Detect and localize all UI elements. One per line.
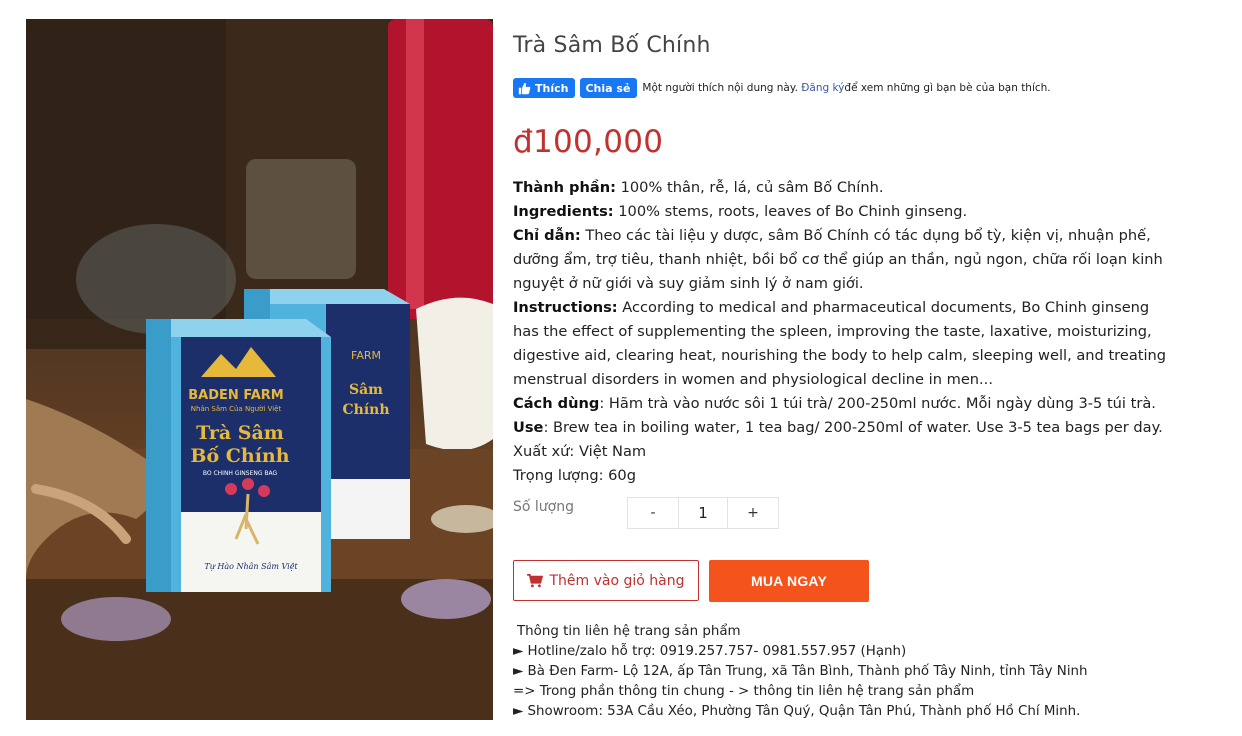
contact-line: => Trong phần thông tin chung - > thông … bbox=[513, 684, 975, 699]
quantity-input[interactable]: 1 bbox=[678, 498, 728, 528]
contact-line: ► Bà Đen Farm- Lộ 12A, ấp Tân Trung, xã … bbox=[513, 664, 1088, 679]
facebook-share-button[interactable]: Chia sẻ bbox=[580, 78, 638, 98]
shopping-cart-icon bbox=[527, 573, 544, 587]
desc-ingredients-en: Ingredients: 100% stems, roots, leaves o… bbox=[513, 200, 1178, 224]
facebook-like-count-text: Một người thích nội dung này. bbox=[642, 82, 798, 94]
desc-ingredients-vi-label: Thành phần: bbox=[513, 179, 616, 196]
desc-instructions-en: Instructions: According to medical and p… bbox=[513, 296, 1178, 392]
desc-usage-en-label: Use bbox=[513, 419, 544, 436]
svg-text:BADEN FARM: BADEN FARM bbox=[188, 388, 283, 403]
quantity-stepper: - 1 + bbox=[627, 497, 779, 529]
contact-line: ► Showroom: 53A Cầu Xéo, Phường Tân Quý,… bbox=[513, 704, 1081, 719]
desc-ingredients-vi: Thành phần: 100% thân, rễ, lá, củ sâm Bố… bbox=[513, 176, 1178, 200]
product-description: Thành phần: 100% thân, rễ, lá, củ sâm Bố… bbox=[513, 176, 1178, 488]
contact-line: ► Hotline/zalo hỗ trợ: 0919.257.757- 098… bbox=[513, 644, 907, 659]
svg-text:FARM: FARM bbox=[351, 349, 381, 362]
desc-origin: Xuất xứ: Việt Nam bbox=[513, 443, 647, 460]
desc-guide-vi-text: Theo các tài liệu y dược, sâm Bố Chính c… bbox=[513, 227, 1163, 292]
desc-ingredients-en-label: Ingredients: bbox=[513, 203, 614, 220]
desc-usage-vi: Cách dùng: Hãm trà vào nước sôi 1 túi tr… bbox=[513, 392, 1178, 416]
desc-ingredients-vi-text: 100% thân, rễ, lá, củ sâm Bố Chính. bbox=[615, 179, 884, 196]
svg-text:Bố Chính: Bố Chính bbox=[190, 445, 289, 467]
facebook-like-text: Một người thích nội dung này. Đăng kýđể … bbox=[642, 82, 1050, 94]
thumbs-up-icon bbox=[518, 82, 531, 94]
desc-instructions-label: Instructions: bbox=[513, 299, 618, 316]
facebook-like-button[interactable]: Thích bbox=[513, 78, 576, 98]
facebook-like-label: Thích bbox=[535, 81, 569, 95]
add-to-cart-button[interactable]: Thêm vào giỏ hàng bbox=[513, 560, 699, 601]
quantity-decrease-button[interactable]: - bbox=[628, 498, 678, 528]
product-image[interactable]: FARM Sâm Chính BADEN FARM Nhân Sâm Của N… bbox=[26, 19, 493, 720]
product-photo-illustration: FARM Sâm Chính BADEN FARM Nhân Sâm Của N… bbox=[26, 19, 493, 720]
desc-guide-vi: Chỉ dẫn: Theo các tài liệu y dược, sâm B… bbox=[513, 224, 1178, 296]
contact-heading: Thông tin liên hệ trang sản phẩm bbox=[517, 624, 741, 639]
desc-usage-en: Use: Brew tea in boiling water, 1 tea ba… bbox=[513, 416, 1178, 440]
facebook-share-bar: Thích Chia sẻ Một người thích nội dung n… bbox=[513, 78, 1051, 98]
quantity-increase-button[interactable]: + bbox=[728, 498, 778, 528]
desc-usage-vi-text: : Hãm trà vào nước sôi 1 túi trà/ 200-25… bbox=[599, 395, 1156, 412]
svg-text:Chính: Chính bbox=[343, 402, 390, 418]
desc-weight: Trọng lượng: 60g bbox=[513, 467, 636, 484]
svg-text:Tự Hào Nhân Sâm Việt: Tự Hào Nhân Sâm Việt bbox=[204, 562, 298, 571]
facebook-signup-link[interactable]: Đăng ký bbox=[801, 82, 844, 94]
desc-usage-en-text: : Brew tea in boiling water, 1 tea bag/ … bbox=[543, 419, 1163, 436]
tea-box-front: BADEN FARM Nhân Sâm Của Người Việt Trà S… bbox=[146, 319, 331, 592]
svg-text:Trà Sâm: Trà Sâm bbox=[196, 422, 284, 444]
desc-ingredients-en-text: 100% stems, roots, leaves of Bo Chinh gi… bbox=[613, 203, 968, 220]
add-to-cart-label: Thêm vào giỏ hàng bbox=[549, 572, 685, 589]
facebook-like-suffix-text: để xem những gì bạn bè của bạn thích. bbox=[844, 82, 1051, 94]
facebook-share-label: Chia sẻ bbox=[585, 81, 631, 95]
svg-text:Nhân Sâm Của Người Việt: Nhân Sâm Của Người Việt bbox=[191, 405, 282, 413]
svg-text:BO CHINH GINSENG BAG: BO CHINH GINSENG BAG bbox=[203, 470, 278, 477]
desc-usage-vi-label: Cách dùng bbox=[513, 395, 600, 412]
product-price: đ100,000 bbox=[513, 124, 664, 160]
quantity-label: Số lượng bbox=[513, 499, 574, 515]
contact-info: Thông tin liên hệ trang sản phẩm ► Hotli… bbox=[513, 622, 1213, 722]
svg-text:Sâm: Sâm bbox=[349, 382, 383, 398]
product-title: Trà Sâm Bố Chính bbox=[513, 33, 711, 58]
buy-now-button[interactable]: MUA NGAY bbox=[709, 560, 869, 602]
desc-guide-vi-label: Chỉ dẫn: bbox=[513, 227, 581, 244]
